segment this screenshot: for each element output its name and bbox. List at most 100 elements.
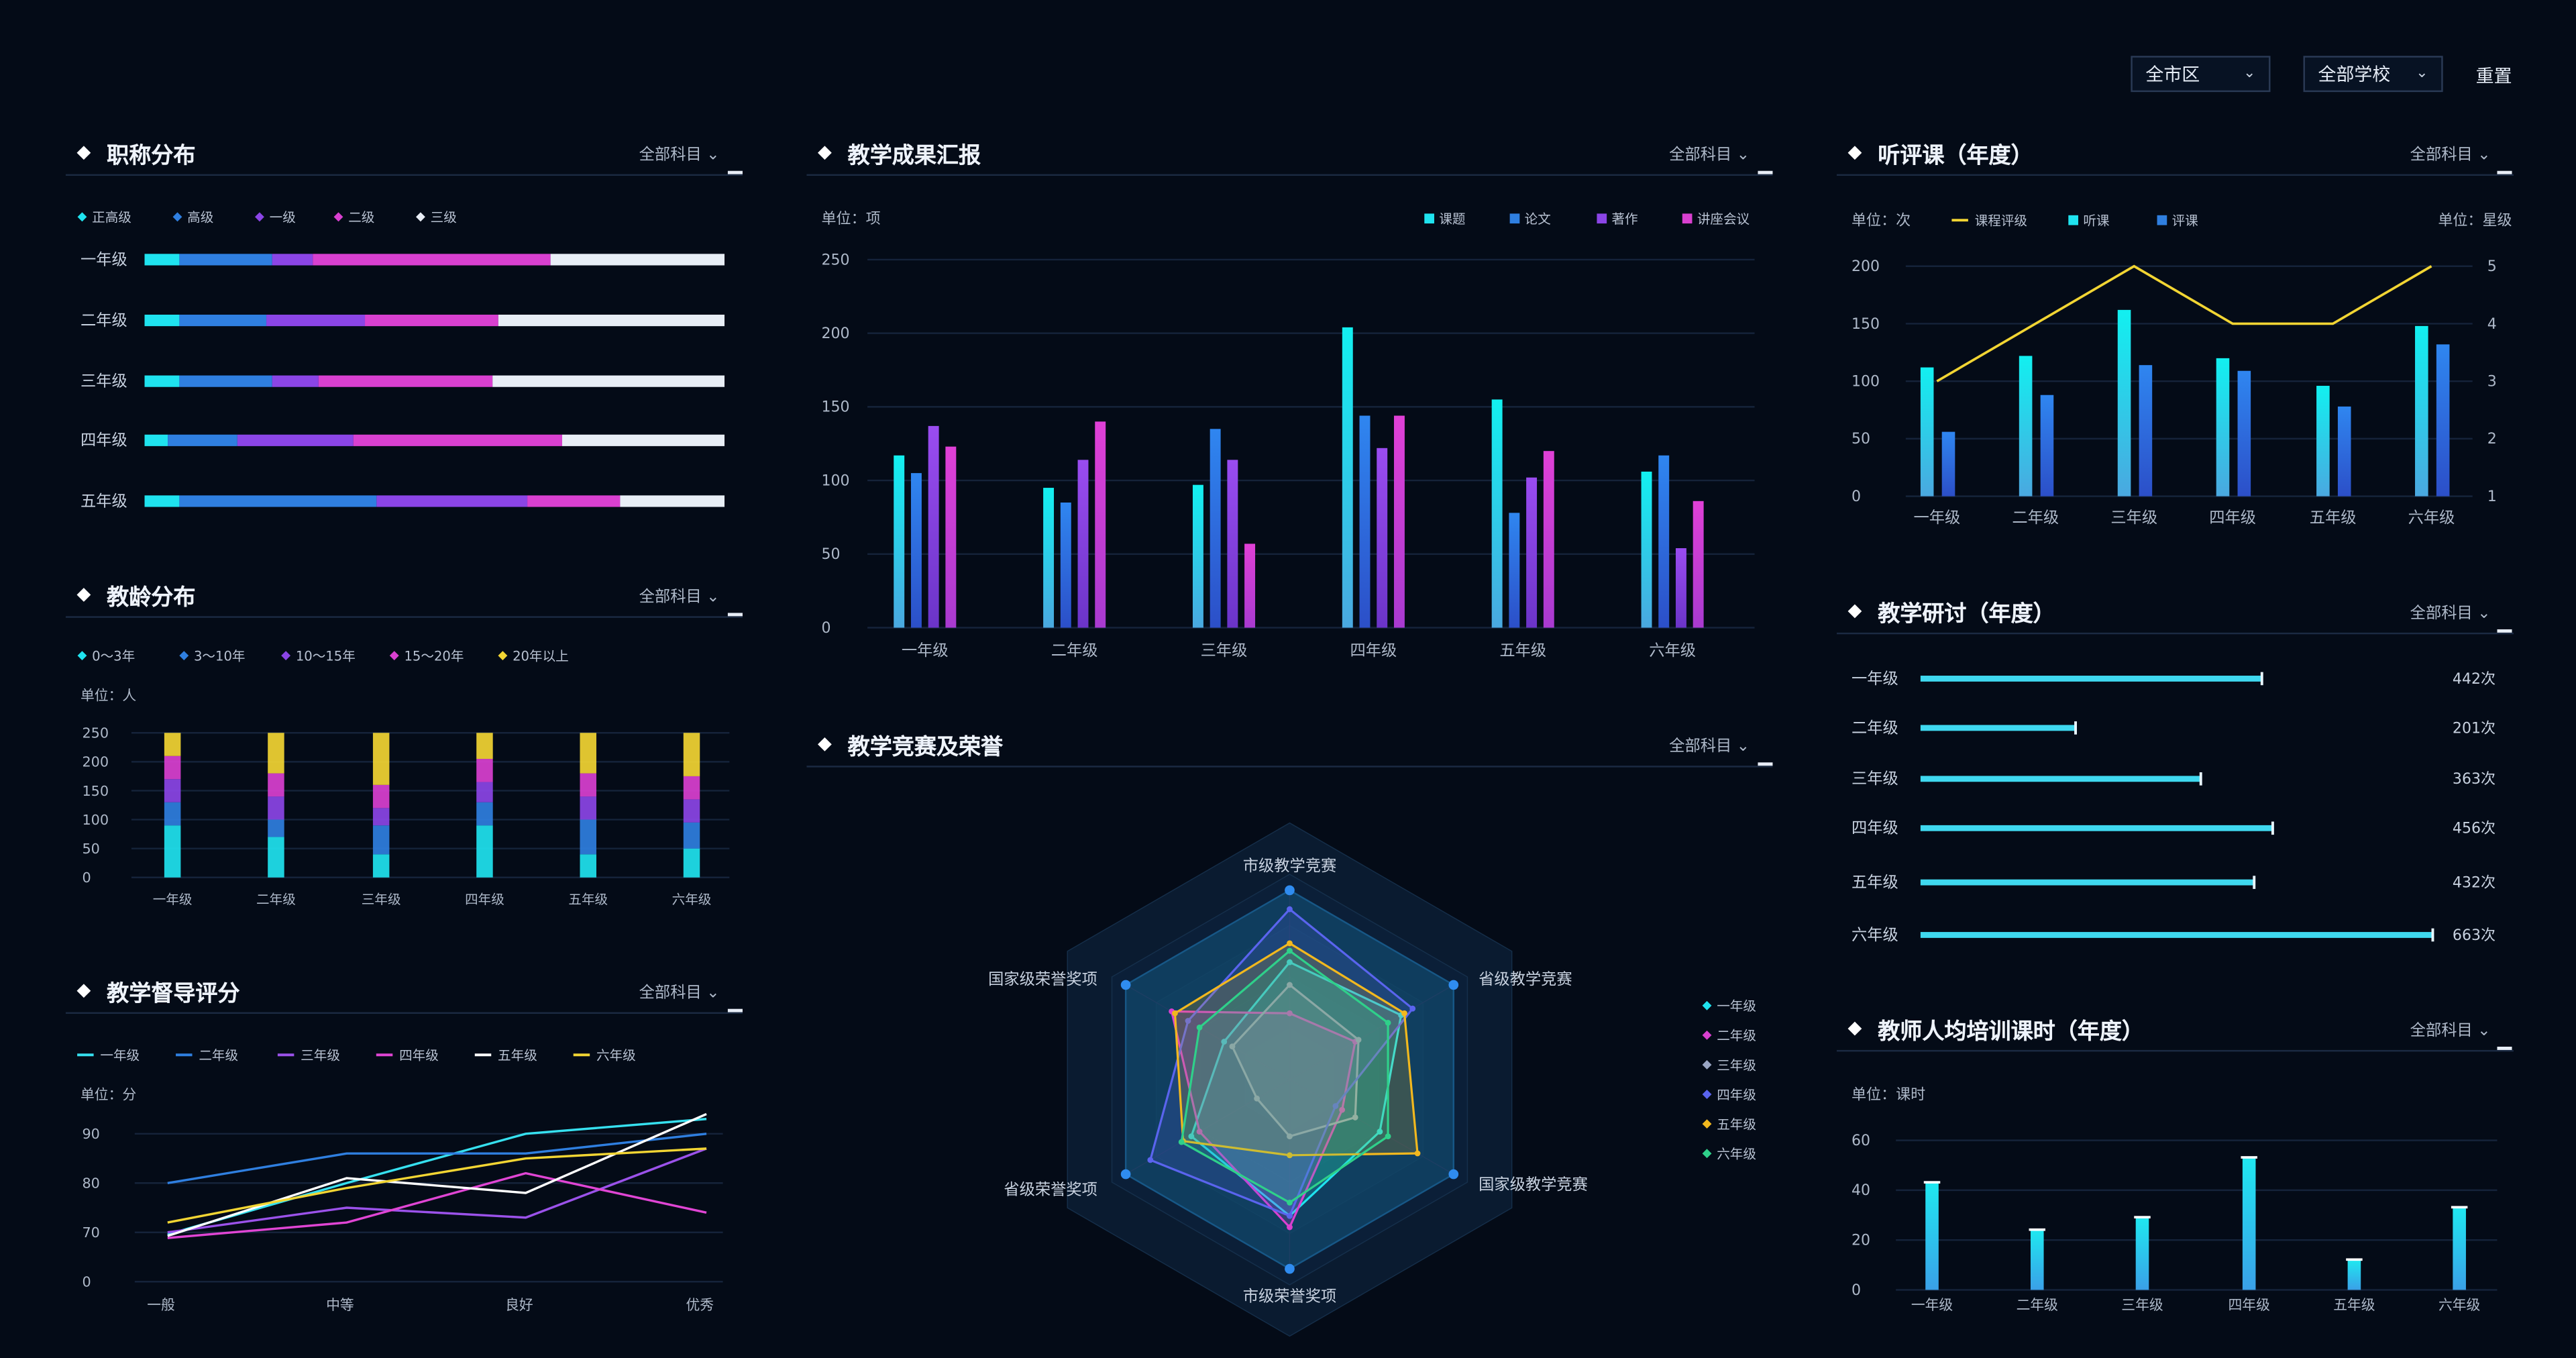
x-tick-label: 优秀: [686, 1297, 714, 1313]
legend-讲座会议: 讲座会议: [1697, 211, 1750, 227]
bar-segment-3～10年: [683, 822, 700, 849]
x-tick-label: 四年级: [1350, 641, 1397, 660]
bar-end-cap: [2260, 672, 2263, 686]
bar-segment-高级: [179, 314, 267, 327]
x-tick-label: 三年级: [2110, 509, 2157, 527]
y-tick-label: 200: [82, 754, 109, 770]
y2-tick-label: 1: [2487, 488, 2497, 505]
radar-indicator-label: 市级荣誉奖项: [1243, 1288, 1337, 1306]
bar-评课: [1941, 431, 1955, 497]
y-tick-label: 150: [82, 783, 109, 799]
y2-tick-label: 5: [2487, 258, 2497, 275]
bar-segment-0～3年: [164, 825, 181, 878]
bar-评课: [2139, 365, 2153, 497]
line-series-五年级: [167, 1112, 707, 1237]
bar-segment-10～15年: [372, 808, 390, 826]
radar-axis-dot: [1285, 1263, 1295, 1274]
bar-value: [2242, 1157, 2256, 1290]
bar-segment-一级: [376, 495, 528, 507]
bar-课题: [894, 455, 905, 628]
legend-评课: 评课: [2172, 213, 2199, 229]
bar-segment-20年以上: [476, 733, 493, 760]
bar-讲座会议: [1095, 421, 1106, 628]
radar-axis-dot: [1120, 980, 1131, 990]
bar-end-cap: [2199, 772, 2202, 786]
bar-segment-15～20年: [164, 755, 181, 780]
y-tick-label: 90: [82, 1126, 99, 1142]
bar-segment-一级: [266, 314, 366, 327]
bar-segment-正高级: [144, 314, 180, 327]
bar-论文: [1060, 503, 1071, 628]
x-tick-label: 一般: [147, 1297, 175, 1313]
bar-论文: [910, 473, 922, 628]
legend-论文: 论文: [1525, 211, 1551, 227]
legend-一级: 一级: [270, 210, 296, 225]
x-tick-label: 三年级: [2121, 1297, 2163, 1313]
bar-segment-二级: [318, 375, 493, 387]
bar-segment-三级: [492, 375, 725, 387]
bar-segment-高级: [179, 495, 377, 507]
unit-label: 单位：分: [80, 1086, 136, 1102]
radar-point: [1287, 940, 1293, 947]
bar-讲座会议: [945, 446, 957, 628]
legend-高级-marker: [172, 212, 182, 222]
bar-top-cap: [2134, 1216, 2151, 1218]
y-tick-label: 100: [822, 472, 850, 489]
bar-segment-3～10年: [268, 819, 284, 837]
bar-评课: [2436, 344, 2450, 497]
bar-segment-二级: [365, 314, 498, 327]
bar-segment-正高级: [144, 254, 180, 266]
x-tick-label: 五年级: [2310, 509, 2357, 527]
legend-高级: 高级: [187, 210, 213, 225]
y-tick-label: 80: [82, 1176, 99, 1192]
legend-二级-marker: [333, 212, 343, 222]
legend-讲座会议-marker: [1682, 213, 1693, 224]
legend-四年级-marker: [1702, 1090, 1712, 1099]
y-tick-label: 0: [82, 870, 91, 886]
legend-10～15年-marker: [281, 651, 291, 661]
radar-point: [1287, 1224, 1293, 1231]
bar-value: [1920, 879, 2255, 886]
bar-评课: [2237, 370, 2251, 497]
legend-课题-marker: [1424, 213, 1434, 224]
bar-segment-一级: [272, 254, 313, 266]
bar-value: [1925, 1182, 1939, 1290]
legend-0～3年: 0～3年: [92, 648, 135, 664]
legend-五年级: 五年级: [498, 1048, 537, 1063]
x-tick-label: 中等: [326, 1297, 354, 1313]
bar-end-cap: [2253, 876, 2256, 889]
bar-segment-15～20年: [268, 773, 284, 797]
radar-point: [1414, 1150, 1421, 1157]
bar-end-cap: [2431, 928, 2434, 942]
bar-听课: [2216, 358, 2230, 497]
value-label: 363次: [2453, 771, 2496, 788]
legend-五年级-marker: [1702, 1119, 1712, 1129]
y-tick-label: 0: [82, 1274, 91, 1290]
legend-正高级: 正高级: [92, 210, 131, 225]
y-tick-label: 六年级: [1851, 926, 1898, 944]
x-tick-label: 六年级: [1649, 641, 1696, 660]
bar-课题: [1043, 488, 1055, 628]
bar-听课: [2415, 325, 2428, 497]
legend-20年以上: 20年以上: [513, 648, 569, 664]
radar-point: [1287, 1212, 1293, 1219]
legend-课程评级: 课程评级: [1975, 213, 2027, 229]
bar-听课: [2316, 386, 2330, 497]
radar-indicator-label: 省级教学竞赛: [1479, 970, 1572, 988]
radar-indicator-label: 市级教学竞赛: [1243, 857, 1337, 875]
bar-segment-0～3年: [372, 854, 390, 878]
y-tick-label: 0: [1851, 1282, 1861, 1299]
legend-听课-marker: [2068, 215, 2078, 225]
bar-top-cap: [2029, 1228, 2046, 1231]
bar-segment-二级: [313, 254, 551, 266]
x-tick-label: 二年级: [2012, 509, 2059, 527]
legend-一级-marker: [255, 212, 264, 222]
bar-end-cap: [2271, 821, 2274, 835]
legend-三年级: 三年级: [301, 1048, 340, 1063]
bar-segment-3～10年: [580, 819, 596, 855]
bar-value: [1920, 725, 2076, 731]
y-tick-label: 50: [822, 546, 841, 563]
bar-segment-20年以上: [580, 733, 596, 774]
dashboard: 全市区 ⌄ 全部学校 ⌄ 重置 职称分布 全部科目 ⌄ 教龄分布 全部科目 ⌄ 教学…: [0, 0, 2576, 1357]
legend-一年级-marker: [1702, 1000, 1712, 1010]
